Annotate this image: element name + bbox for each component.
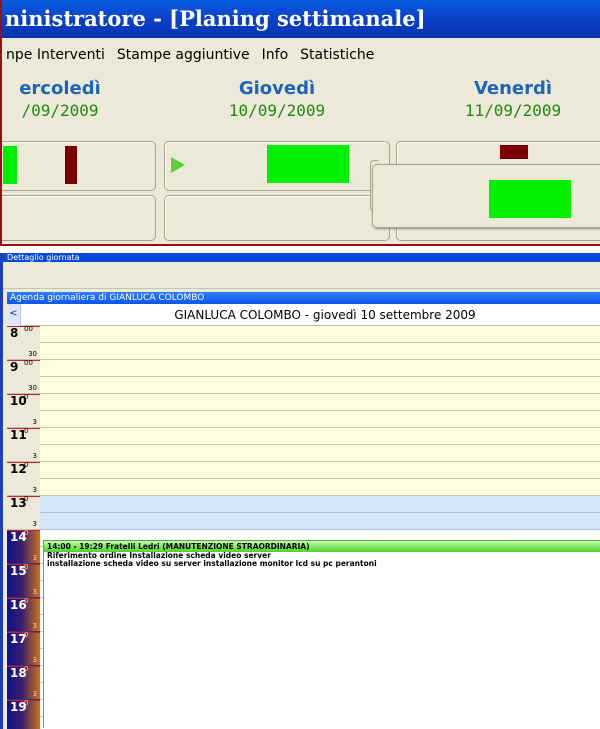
minute-label: 0 — [24, 631, 29, 639]
minute-label: 0 — [24, 529, 29, 537]
minute-label: 00 — [24, 359, 33, 367]
hour-row: 13 0 3 — [7, 495, 40, 530]
time-slot[interactable] — [40, 479, 600, 496]
time-slot[interactable] — [40, 326, 600, 343]
menu-info[interactable]: Info — [262, 40, 289, 70]
agenda-title: Agenda giornaliera di GIANLUCA COLOMBO — [7, 292, 600, 304]
hour-row: 9 00 30 — [7, 359, 40, 394]
menu-statistiche[interactable]: Statistiche — [300, 40, 374, 70]
day-header-mercoledi: ercoledì /09/2009 — [2, 78, 160, 122]
minute-label: 0 — [24, 597, 29, 605]
time-slot[interactable] — [40, 428, 600, 445]
hour-row: 16 0 3 — [7, 597, 40, 632]
appointment-line: installazione scheda video su server ins… — [47, 559, 377, 568]
hour-row: 15 0 3 — [7, 563, 40, 598]
time-slot[interactable] — [40, 377, 600, 394]
half-hour-label: 30 — [28, 350, 37, 358]
hour-row: 11 0 3 — [7, 427, 40, 462]
day-date: 10/09/2009 — [228, 101, 326, 120]
minute-label: 0 — [24, 563, 29, 571]
arrow-right-icon[interactable] — [171, 157, 185, 173]
day-name: ercoledì — [19, 78, 101, 99]
menu-stampe-interventi[interactable]: npe Interventi — [6, 40, 105, 70]
menu-stampe-aggiuntive[interactable]: Stampe aggiuntive — [117, 40, 250, 70]
time-slot[interactable] — [40, 394, 600, 411]
time-column: 8 00 30 9 00 30 10 0 3 11 0 3 12 0 3 13 0 3 14 0 3 15 0 3 16 0 3 17… — [7, 325, 40, 729]
time-slot[interactable] — [40, 360, 600, 377]
slot-giovedi-pm[interactable] — [164, 195, 390, 241]
half-hour-label: 3 — [32, 486, 37, 494]
hour-row: 14 0 3 — [7, 529, 40, 564]
time-slot[interactable] — [40, 462, 600, 479]
menu-bar: npe Interventi Stampe aggiuntive Info Stati… — [2, 40, 600, 70]
minute-label: 0 — [24, 699, 29, 707]
half-hour-label: 3 — [32, 452, 37, 460]
slot-mercoledi-pm[interactable] — [2, 195, 156, 241]
detail-toolbar — [3, 262, 600, 289]
hour-row: 12 0 3 — [7, 461, 40, 496]
day-date: /09/2009 — [21, 101, 99, 120]
time-slot[interactable] — [40, 411, 600, 428]
appointment-body: Riferimento ordine Installazione scheda … — [44, 552, 600, 568]
minute-label: 0 — [24, 461, 29, 469]
window-title: ninistratore - [Planing settimanale] — [2, 0, 600, 38]
half-hour-label: 3 — [32, 622, 37, 630]
minute-label: 0 — [24, 427, 29, 435]
day-date: 11/09/2009 — [464, 101, 562, 120]
half-hour-label: 3 — [32, 554, 37, 562]
day-name: Venerdì — [473, 78, 553, 99]
half-hour-label: 3 — [32, 588, 37, 596]
busy-block[interactable] — [500, 145, 528, 159]
minute-label: 00 — [24, 325, 33, 333]
available-block[interactable] — [3, 146, 17, 184]
time-slot[interactable] — [40, 496, 600, 513]
agenda-header: < GIANLUCA COLOMBO - giovedì 10 settembr… — [7, 304, 600, 326]
detail-window: Dettaglio giornata Agenda giornaliera di… — [0, 253, 600, 729]
time-slot[interactable] — [40, 445, 600, 462]
slot-mercoledi-am[interactable] — [2, 141, 156, 191]
half-hour-label: 3 — [32, 520, 37, 528]
available-block[interactable] — [267, 145, 349, 183]
detail-window-title: Dettaglio giornata — [3, 253, 600, 262]
hour-row: 10 0 3 — [7, 393, 40, 428]
day-header-giovedi: Giovedì 10/09/2009 — [177, 78, 377, 122]
hour-label: 9 — [10, 360, 19, 374]
agenda-date-label: GIANLUCA COLOMBO - giovedì 10 settembre … — [174, 308, 476, 322]
hour-row: 19 0 — [7, 699, 40, 729]
half-hour-label: 30 — [28, 384, 37, 392]
half-hour-label: 3 — [32, 690, 37, 698]
appointment[interactable]: 14:00 - 19:29 Fratelli Ledri (MANUTENZIO… — [43, 540, 600, 728]
half-hour-label: 3 — [32, 656, 37, 664]
busy-block[interactable] — [65, 146, 77, 184]
slot-giovedi-am[interactable] — [164, 141, 390, 191]
minute-label: 0 — [24, 665, 29, 673]
dragged-slot[interactable] — [372, 164, 600, 228]
half-hour-label: 3 — [32, 418, 37, 426]
hour-row: 18 0 3 — [7, 665, 40, 700]
day-name: Giovedì — [238, 78, 316, 99]
minute-label: 0 — [24, 393, 29, 401]
planning-window: ninistratore - [Planing settimanale] npe… — [0, 0, 600, 246]
time-slot[interactable] — [40, 343, 600, 360]
hour-row: 8 00 30 — [7, 325, 40, 360]
day-header-venerdi: Venerdì 11/09/2009 — [413, 78, 600, 122]
time-slot[interactable] — [40, 513, 600, 530]
hour-row: 17 0 3 — [7, 631, 40, 666]
minute-label: 0 — [24, 495, 29, 503]
available-block[interactable] — [489, 180, 571, 218]
previous-day-button[interactable]: < — [7, 304, 21, 326]
hour-label: 8 — [10, 326, 19, 340]
